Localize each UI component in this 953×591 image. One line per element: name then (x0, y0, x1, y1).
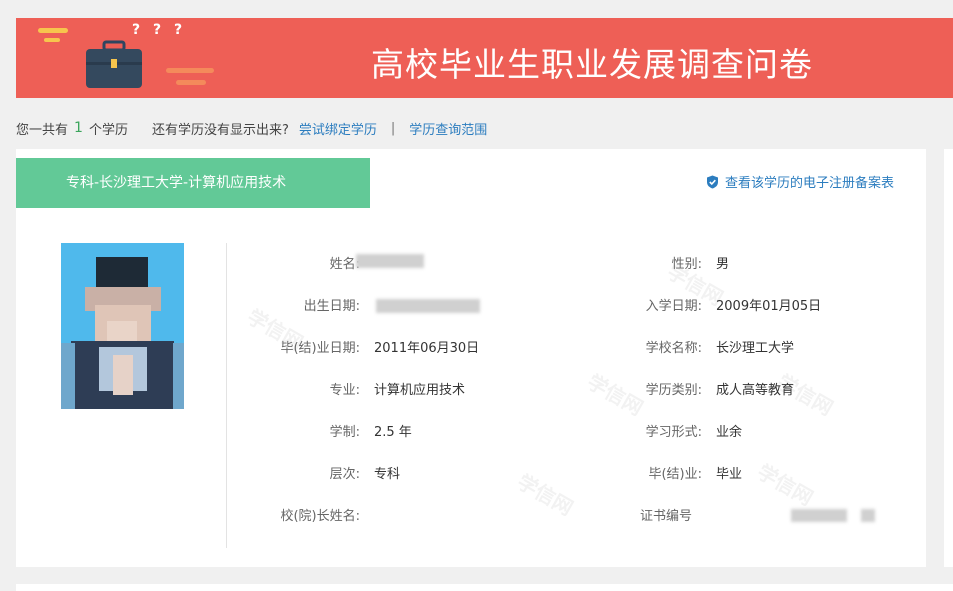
banner-decoration (166, 68, 214, 73)
major-label: 专业: (329, 383, 360, 398)
redacted-certificate (861, 509, 875, 522)
student-photo (61, 243, 184, 409)
school-name-label: 学校名称: (645, 341, 702, 356)
study-form-value: 业余 (716, 425, 743, 440)
next-card-edge (944, 149, 953, 567)
missing-prompt: 还有学历没有显示出来? (151, 122, 289, 138)
duration-value: 2.5 年 (374, 425, 412, 440)
enrollment-date-label: 入学日期: (645, 299, 702, 314)
birthdate-label: 出生日期: (303, 299, 360, 314)
redacted-name (356, 254, 424, 268)
graduation-status-label: 毕(结)业: (648, 467, 702, 482)
name-label: 姓名: (329, 257, 360, 272)
count-prefix: 您一共有 (16, 122, 69, 138)
level-value: 专科 (374, 467, 401, 482)
graduation-date-value: 2011年06月30日 (374, 341, 480, 356)
banner-decoration (44, 38, 60, 42)
register-record-label: 查看该学历的电子注册备案表 (725, 176, 895, 191)
register-record-link[interactable]: 查看该学历的电子注册备案表 (706, 172, 894, 191)
redacted-certificate (791, 509, 847, 522)
separator: | (390, 120, 396, 136)
education-count-line: 您一共有 1 个学历 还有学历没有显示出来? 尝试绑定学历 | 学历查询范围 (16, 118, 487, 138)
gender-label: 性别: (671, 257, 702, 272)
query-scope-link[interactable]: 学历查询范围 (409, 119, 487, 138)
record-title-tab[interactable]: 专科-长沙理工大学-计算机应用技术 (16, 158, 370, 208)
education-count: 1 (74, 120, 83, 136)
education-type-value: 成人高等教育 (716, 383, 795, 398)
banner-decoration (176, 80, 206, 85)
enrollment-date-value: 2009年01月05日 (716, 299, 822, 314)
school-name-value: 长沙理工大学 (716, 341, 795, 356)
bind-education-link[interactable]: 尝试绑定学历 (299, 119, 377, 138)
watermark: 学信网 (753, 459, 818, 511)
gender-value: 男 (716, 257, 730, 272)
president-name-label: 校(院)长姓名: (280, 509, 360, 524)
graduation-status-value: 毕业 (716, 467, 743, 482)
question-marks: ? ? ? (132, 22, 187, 38)
next-card-top (16, 584, 953, 591)
shield-check-icon (707, 175, 718, 188)
graduation-date-label: 毕(结)业日期: (280, 341, 360, 356)
briefcase-icon (86, 40, 142, 88)
duration-label: 学制: (329, 425, 360, 440)
level-label: 层次: (329, 467, 360, 482)
education-type-label: 学历类别: (645, 383, 702, 398)
survey-banner[interactable]: ? ? ? 高校毕业生职业发展调查问卷 (16, 18, 953, 98)
banner-title: 高校毕业生职业发展调查问卷 (371, 45, 813, 84)
certificate-number-label: 证书编号 (640, 509, 693, 524)
study-form-label: 学习形式: (645, 425, 702, 440)
redacted-birthdate (376, 299, 480, 313)
count-suffix: 个学历 (88, 122, 128, 138)
education-record-card: 学信网 学信网 学信网 学信网 学信网 学信网 学信网 学信网 学信网 专科-长… (16, 149, 926, 567)
banner-decoration (38, 28, 68, 33)
major-value: 计算机应用技术 (374, 383, 466, 398)
